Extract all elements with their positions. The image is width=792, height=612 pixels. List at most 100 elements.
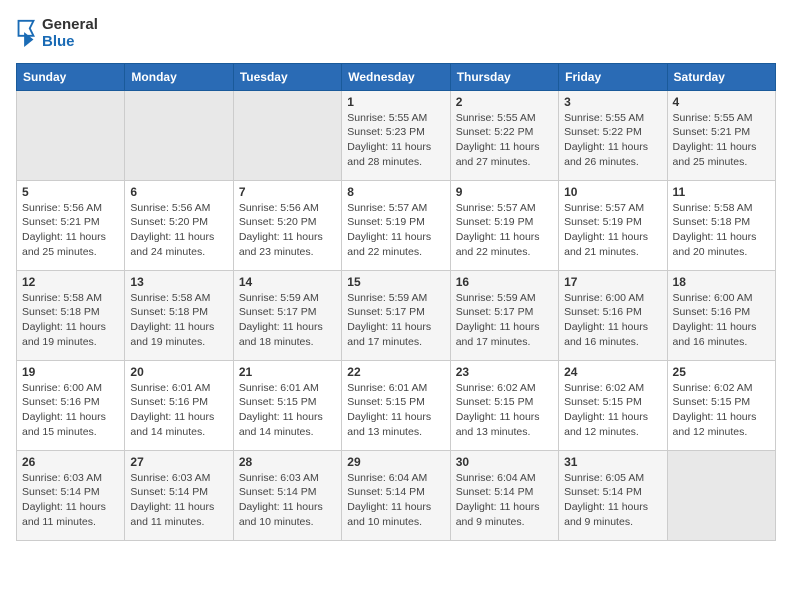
day-number: 22: [347, 365, 444, 379]
day-number: 7: [239, 185, 336, 199]
header-monday: Monday: [125, 63, 233, 90]
logo: General Blue: [16, 16, 98, 51]
header-tuesday: Tuesday: [233, 63, 341, 90]
header-row: SundayMondayTuesdayWednesdayThursdayFrid…: [17, 63, 776, 90]
day-number: 2: [456, 95, 553, 109]
day-number: 14: [239, 275, 336, 289]
calendar-cell: 1 Sunrise: 5:55 AM Sunset: 5:23 PM Daylig…: [342, 90, 450, 180]
calendar-cell: [125, 90, 233, 180]
calendar-cell: 27 Sunrise: 6:03 AM Sunset: 5:14 PM Dayli…: [125, 450, 233, 540]
header-sunday: Sunday: [17, 63, 125, 90]
day-info: Sunrise: 5:58 AM Sunset: 5:18 PM Dayligh…: [130, 291, 227, 350]
day-number: 8: [347, 185, 444, 199]
calendar-cell: 17 Sunrise: 6:00 AM Sunset: 5:16 PM Dayli…: [559, 270, 667, 360]
calendar-cell: 22 Sunrise: 6:01 AM Sunset: 5:15 PM Dayli…: [342, 360, 450, 450]
calendar-header: SundayMondayTuesdayWednesdayThursdayFrid…: [17, 63, 776, 90]
day-info: Sunrise: 6:02 AM Sunset: 5:15 PM Dayligh…: [456, 381, 553, 440]
day-number: 10: [564, 185, 661, 199]
day-info: Sunrise: 6:01 AM Sunset: 5:15 PM Dayligh…: [239, 381, 336, 440]
day-info: Sunrise: 5:58 AM Sunset: 5:18 PM Dayligh…: [673, 201, 770, 260]
logo-arrow-icon: [16, 19, 36, 47]
calendar-cell: 30 Sunrise: 6:04 AM Sunset: 5:14 PM Dayli…: [450, 450, 558, 540]
day-number: 26: [22, 455, 119, 469]
day-info: Sunrise: 6:02 AM Sunset: 5:15 PM Dayligh…: [673, 381, 770, 440]
day-info: Sunrise: 5:55 AM Sunset: 5:23 PM Dayligh…: [347, 111, 444, 170]
day-number: 28: [239, 455, 336, 469]
day-info: Sunrise: 6:02 AM Sunset: 5:15 PM Dayligh…: [564, 381, 661, 440]
calendar-cell: 9Sunrise: 5:57 AM Sunset: 5:19 PM Daylig…: [450, 180, 558, 270]
day-info: Sunrise: 6:03 AM Sunset: 5:14 PM Dayligh…: [22, 471, 119, 530]
header-wednesday: Wednesday: [342, 63, 450, 90]
calendar-cell: 19Sunrise: 6:00 AM Sunset: 5:16 PM Dayli…: [17, 360, 125, 450]
day-number: 15: [347, 275, 444, 289]
calendar-cell: 3 Sunrise: 5:55 AM Sunset: 5:22 PM Daylig…: [559, 90, 667, 180]
day-info: Sunrise: 6:00 AM Sunset: 5:16 PM Dayligh…: [564, 291, 661, 350]
header-thursday: Thursday: [450, 63, 558, 90]
day-info: Sunrise: 6:05 AM Sunset: 5:14 PM Dayligh…: [564, 471, 661, 530]
calendar-cell: [17, 90, 125, 180]
calendar-cell: 13 Sunrise: 5:58 AM Sunset: 5:18 PM Dayli…: [125, 270, 233, 360]
day-info: Sunrise: 6:01 AM Sunset: 5:16 PM Dayligh…: [130, 381, 227, 440]
day-number: 24: [564, 365, 661, 379]
day-number: 18: [673, 275, 770, 289]
calendar-cell: 29 Sunrise: 6:04 AM Sunset: 5:14 PM Dayli…: [342, 450, 450, 540]
day-info: Sunrise: 5:59 AM Sunset: 5:17 PM Dayligh…: [347, 291, 444, 350]
day-info: Sunrise: 5:58 AM Sunset: 5:18 PM Dayligh…: [22, 291, 119, 350]
calendar-week-5: 26 Sunrise: 6:03 AM Sunset: 5:14 PM Dayli…: [17, 450, 776, 540]
day-number: 9: [456, 185, 553, 199]
day-number: 19: [22, 365, 119, 379]
calendar-cell: 28 Sunrise: 6:03 AM Sunset: 5:14 PM Dayli…: [233, 450, 341, 540]
calendar-cell: 7 Sunrise: 5:56 AM Sunset: 5:20 PM Daylig…: [233, 180, 341, 270]
calendar-cell: 14 Sunrise: 5:59 AM Sunset: 5:17 PM Dayli…: [233, 270, 341, 360]
day-info: Sunrise: 6:04 AM Sunset: 5:14 PM Dayligh…: [347, 471, 444, 530]
day-number: 20: [130, 365, 227, 379]
calendar-cell: 25 Sunrise: 6:02 AM Sunset: 5:15 PM Dayli…: [667, 360, 775, 450]
day-number: 21: [239, 365, 336, 379]
calendar-body: 1 Sunrise: 5:55 AM Sunset: 5:23 PM Daylig…: [17, 90, 776, 540]
calendar-week-2: 5Sunrise: 5:56 AM Sunset: 5:21 PM Daylig…: [17, 180, 776, 270]
day-number: 3: [564, 95, 661, 109]
logo-words: General Blue: [42, 16, 98, 51]
calendar-cell: 4Sunrise: 5:55 AM Sunset: 5:21 PM Daylig…: [667, 90, 775, 180]
day-number: 17: [564, 275, 661, 289]
day-number: 29: [347, 455, 444, 469]
day-info: Sunrise: 5:59 AM Sunset: 5:17 PM Dayligh…: [456, 291, 553, 350]
day-info: Sunrise: 6:04 AM Sunset: 5:14 PM Dayligh…: [456, 471, 553, 530]
calendar-cell: 2 Sunrise: 5:55 AM Sunset: 5:22 PM Daylig…: [450, 90, 558, 180]
calendar-cell: 12Sunrise: 5:58 AM Sunset: 5:18 PM Dayli…: [17, 270, 125, 360]
day-number: 25: [673, 365, 770, 379]
day-info: Sunrise: 5:55 AM Sunset: 5:22 PM Dayligh…: [456, 111, 553, 170]
day-number: 27: [130, 455, 227, 469]
day-info: Sunrise: 6:03 AM Sunset: 5:14 PM Dayligh…: [130, 471, 227, 530]
day-info: Sunrise: 5:56 AM Sunset: 5:21 PM Dayligh…: [22, 201, 119, 260]
calendar-cell: 5Sunrise: 5:56 AM Sunset: 5:21 PM Daylig…: [17, 180, 125, 270]
logo-blue: Blue: [42, 33, 98, 50]
day-info: Sunrise: 5:55 AM Sunset: 5:22 PM Dayligh…: [564, 111, 661, 170]
day-info: Sunrise: 6:03 AM Sunset: 5:14 PM Dayligh…: [239, 471, 336, 530]
day-number: 1: [347, 95, 444, 109]
calendar-cell: 26 Sunrise: 6:03 AM Sunset: 5:14 PM Dayli…: [17, 450, 125, 540]
calendar-cell: 8 Sunrise: 5:57 AM Sunset: 5:19 PM Daylig…: [342, 180, 450, 270]
calendar-cell: 31Sunrise: 6:05 AM Sunset: 5:14 PM Dayli…: [559, 450, 667, 540]
day-number: 6: [130, 185, 227, 199]
calendar-cell: 11Sunrise: 5:58 AM Sunset: 5:18 PM Dayli…: [667, 180, 775, 270]
calendar-cell: 20 Sunrise: 6:01 AM Sunset: 5:16 PM Dayli…: [125, 360, 233, 450]
calendar-cell: 6Sunrise: 5:56 AM Sunset: 5:20 PM Daylig…: [125, 180, 233, 270]
day-info: Sunrise: 6:00 AM Sunset: 5:16 PM Dayligh…: [673, 291, 770, 350]
header-saturday: Saturday: [667, 63, 775, 90]
calendar-cell: 18 Sunrise: 6:00 AM Sunset: 5:16 PM Dayli…: [667, 270, 775, 360]
day-info: Sunrise: 5:57 AM Sunset: 5:19 PM Dayligh…: [347, 201, 444, 260]
calendar-cell: 16Sunrise: 5:59 AM Sunset: 5:17 PM Dayli…: [450, 270, 558, 360]
day-info: Sunrise: 6:01 AM Sunset: 5:15 PM Dayligh…: [347, 381, 444, 440]
day-number: 13: [130, 275, 227, 289]
day-number: 30: [456, 455, 553, 469]
calendar-week-3: 12Sunrise: 5:58 AM Sunset: 5:18 PM Dayli…: [17, 270, 776, 360]
calendar-cell: 21 Sunrise: 6:01 AM Sunset: 5:15 PM Dayli…: [233, 360, 341, 450]
calendar-cell: 24 Sunrise: 6:02 AM Sunset: 5:15 PM Dayli…: [559, 360, 667, 450]
calendar-cell: [667, 450, 775, 540]
day-info: Sunrise: 5:56 AM Sunset: 5:20 PM Dayligh…: [239, 201, 336, 260]
logo-general: General: [42, 16, 98, 33]
day-info: Sunrise: 5:59 AM Sunset: 5:17 PM Dayligh…: [239, 291, 336, 350]
day-number: 23: [456, 365, 553, 379]
calendar-cell: 23 Sunrise: 6:02 AM Sunset: 5:15 PM Dayli…: [450, 360, 558, 450]
